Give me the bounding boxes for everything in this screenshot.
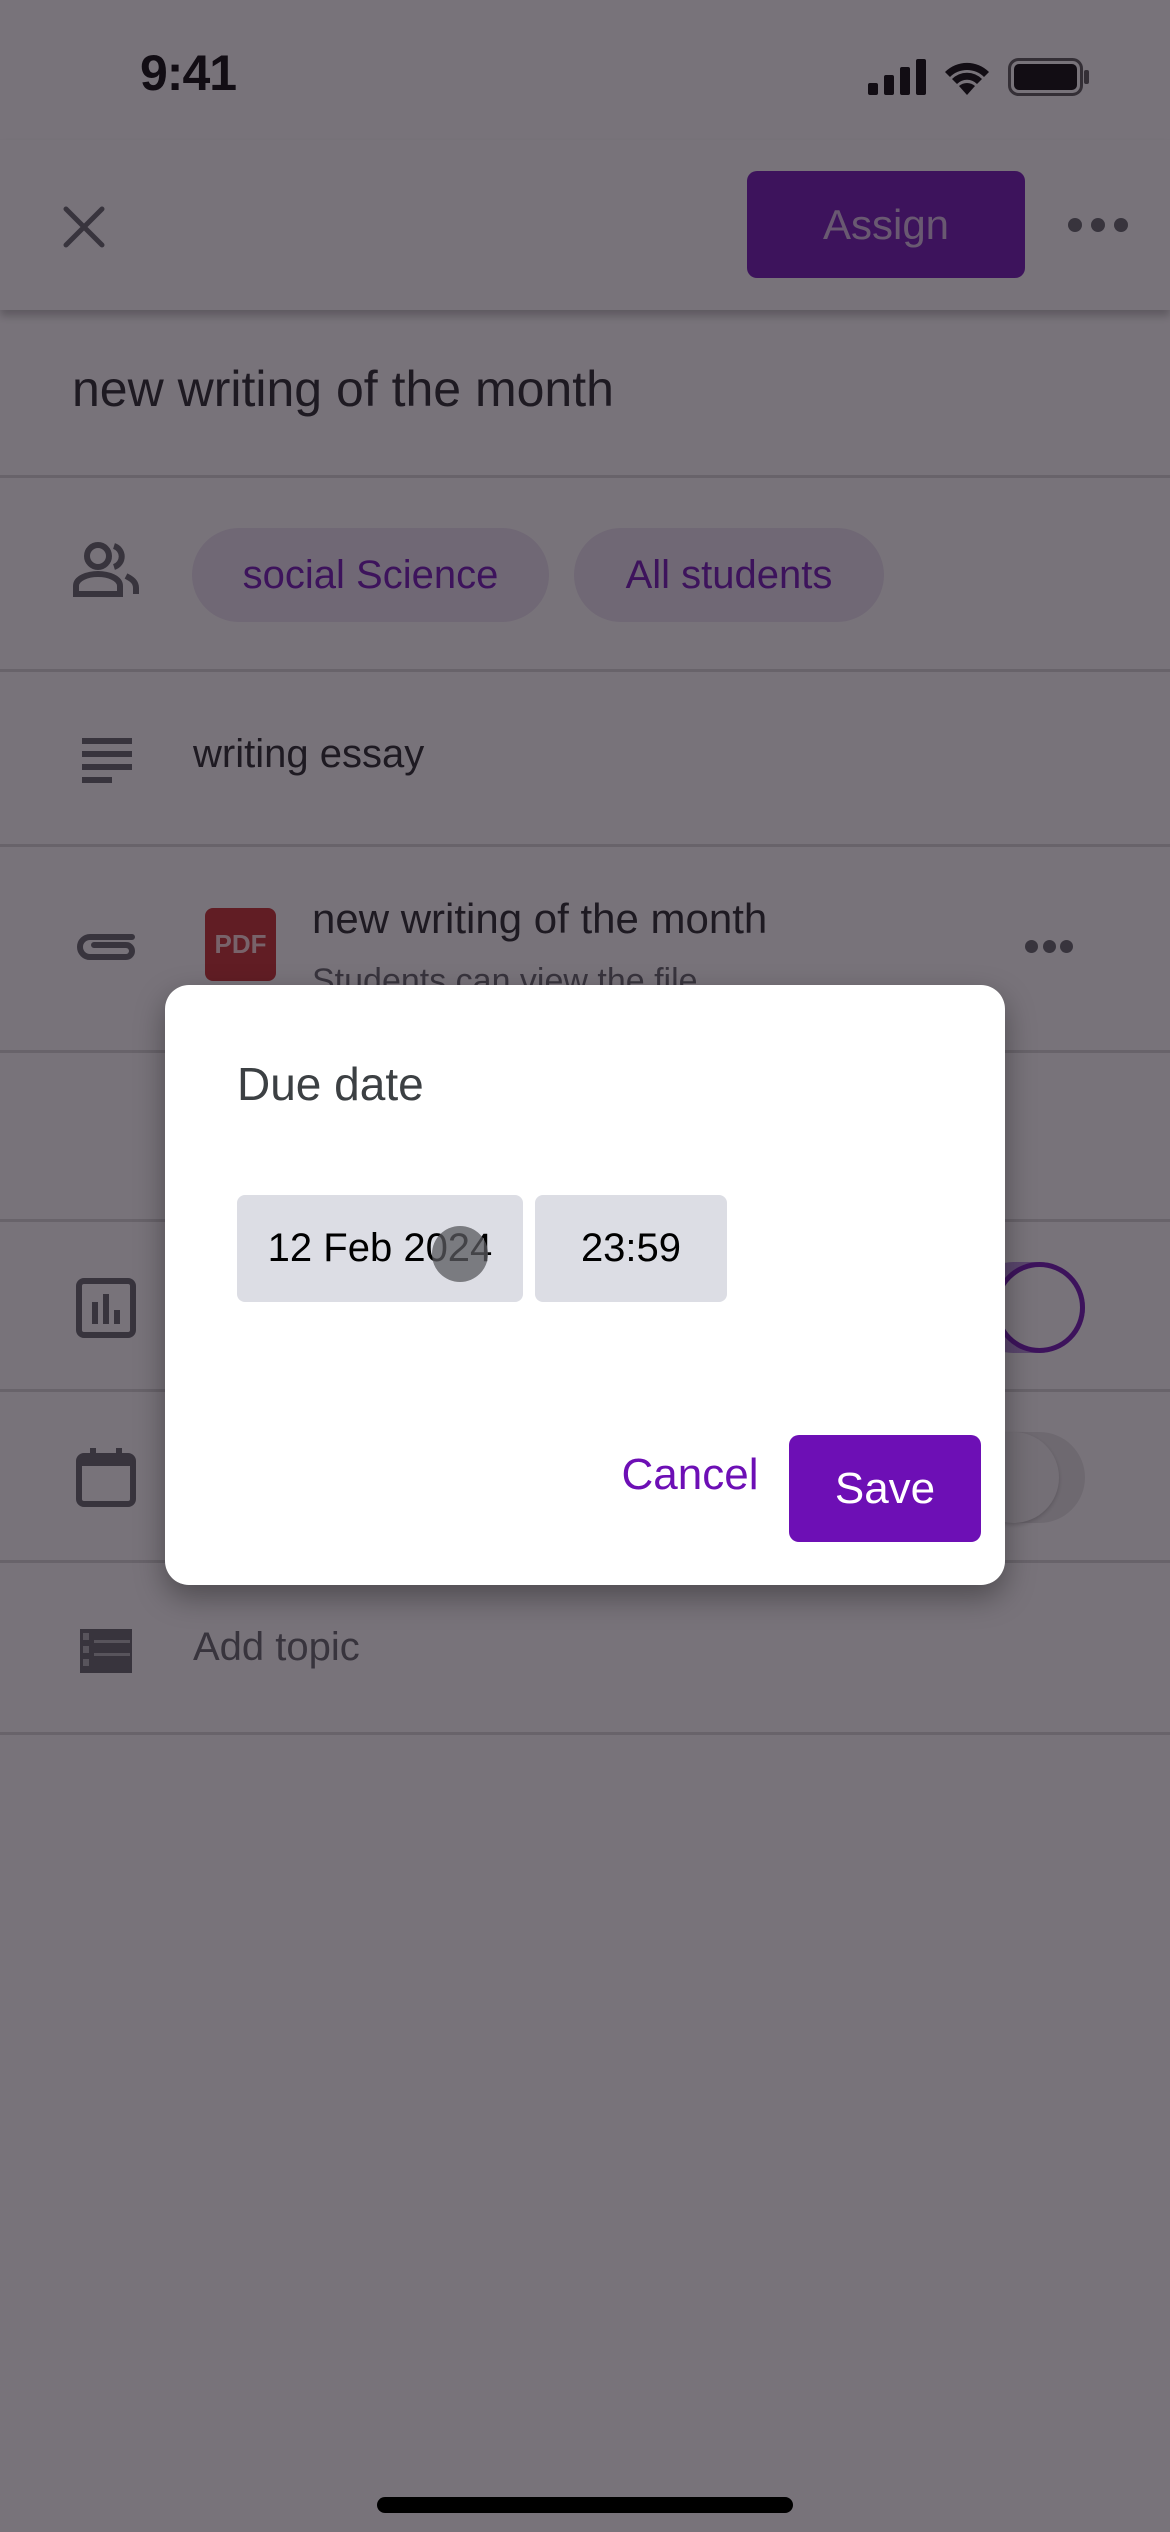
touch-indicator [432,1226,488,1282]
due-date-dialog: Due date 12 Feb 2024 23:59 Cancel Save [165,985,1005,1585]
screen: 9:41 Assign [0,0,1170,2532]
cancel-button[interactable]: Cancel [585,1435,795,1515]
save-button[interactable]: Save [789,1435,981,1542]
dialog-title: Due date [237,1058,424,1110]
time-picker-field[interactable]: 23:59 [535,1195,727,1302]
home-indicator[interactable] [377,2497,793,2513]
